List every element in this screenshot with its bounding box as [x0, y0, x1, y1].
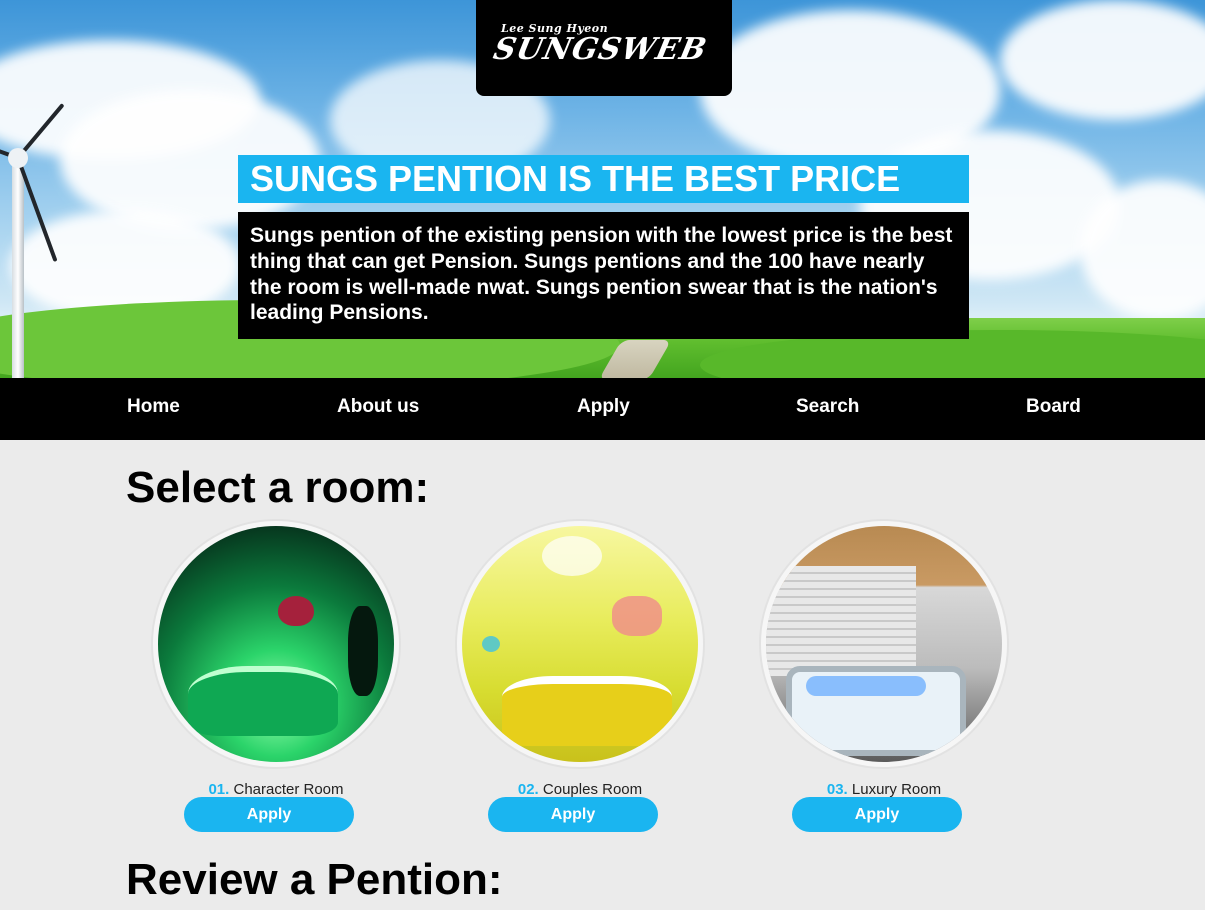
window-blinds — [766, 566, 916, 676]
hero-description: Sungs pention of the existing pension wi… — [238, 212, 969, 339]
room-number: 02. — [517, 781, 539, 798]
cloud — [1000, 0, 1205, 120]
windmill-hub — [8, 148, 28, 168]
logo-title: SUNGSWEB — [490, 32, 711, 67]
room-photo-couples — [462, 526, 698, 762]
hero-banner: Lee Sung Hyeon SUNGSWEB SUNGS PENTION IS… — [0, 0, 1205, 378]
room-number: 03. — [826, 781, 848, 798]
review-title: Review a Pention: — [126, 855, 503, 904]
nav-item-about-us[interactable]: About us — [337, 378, 419, 440]
room-number: 01. — [208, 781, 230, 798]
room-photo[interactable] — [151, 519, 401, 769]
room-photo[interactable] — [455, 519, 705, 769]
apply-button[interactable]: Apply — [184, 797, 354, 832]
room-caption: 03. Luxury Room — [759, 781, 1009, 798]
select-room-title: Select a room: — [126, 463, 430, 512]
bed — [188, 666, 338, 736]
jacuzzi-light — [806, 676, 926, 696]
nav-item-apply[interactable]: Apply — [577, 378, 630, 440]
room-photo-luxury — [766, 526, 1002, 762]
silhouette — [348, 606, 378, 696]
bed — [502, 676, 672, 746]
main-nav: Home About us Apply Search Board — [0, 378, 1205, 440]
site-logo[interactable]: Lee Sung Hyeon SUNGSWEB — [476, 0, 732, 96]
apply-button[interactable]: Apply — [792, 797, 962, 832]
nav-item-board[interactable]: Board — [1026, 378, 1081, 440]
room-caption: 01. Character Room — [151, 781, 401, 798]
wall-art — [612, 596, 662, 636]
apply-button[interactable]: Apply — [488, 797, 658, 832]
hero-title: SUNGS PENTION IS THE BEST PRICE — [238, 155, 969, 203]
room-photo[interactable] — [759, 519, 1009, 769]
heart-sign — [278, 596, 314, 626]
room-name: Luxury Room — [851, 781, 942, 798]
room-name: Character Room — [233, 781, 344, 798]
nav-item-home[interactable]: Home — [127, 378, 180, 440]
room-photo-character — [158, 526, 394, 762]
nav-item-search[interactable]: Search — [796, 378, 859, 440]
room-name: Couples Room — [542, 781, 643, 798]
room-caption: 02. Couples Room — [455, 781, 705, 798]
chandelier — [542, 536, 602, 576]
wall-heart — [482, 636, 500, 652]
windmill — [12, 150, 24, 378]
